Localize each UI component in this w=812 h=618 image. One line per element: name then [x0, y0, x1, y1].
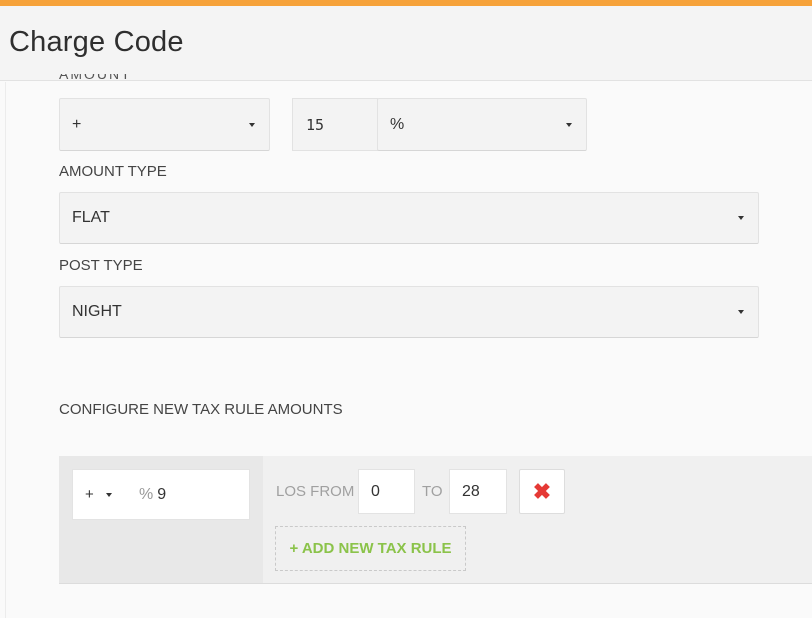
amount-type-value: FLAT [72, 209, 110, 226]
chevron-down-icon [105, 492, 112, 497]
post-type-select[interactable]: NIGHT [59, 286, 759, 338]
amount-unit-value: % [390, 115, 405, 133]
amount-value-input[interactable]: 15 [292, 98, 378, 151]
amount-type-select[interactable]: FLAT [59, 192, 759, 244]
amount-unit-select[interactable]: % [377, 98, 587, 151]
los-to-value: 28 [462, 482, 480, 500]
tax-rules-heading: CONFIGURE NEW TAX RULE AMOUNTS [59, 401, 343, 418]
post-type-value: NIGHT [72, 303, 122, 320]
chevron-down-icon [249, 122, 255, 127]
los-from-input[interactable]: 0 [358, 469, 415, 514]
tax-rule-operator-select[interactable]: + [72, 469, 130, 520]
los-from-label: LOS FROM [276, 483, 355, 500]
amount-operator-value: + [72, 115, 82, 133]
chevron-down-icon [738, 310, 744, 314]
chevron-down-icon [566, 122, 572, 127]
amount-operator-select[interactable]: + [59, 98, 270, 151]
page-header: Charge Code [0, 6, 812, 81]
tax-rule-amount-value: 9 [157, 485, 167, 503]
add-tax-rule-button[interactable]: + ADD NEW TAX RULE [275, 526, 466, 571]
los-from-value: 0 [371, 482, 380, 500]
los-to-input[interactable]: 28 [449, 469, 507, 514]
divider [5, 82, 6, 618]
delete-rule-button[interactable]: ✖ [519, 469, 565, 514]
tax-rule-amount-input[interactable]: % 9 [129, 469, 250, 520]
amount-value: 15 [306, 115, 325, 134]
amount-type-label: AMOUNT TYPE [59, 163, 167, 180]
percent-icon: % [139, 485, 154, 503]
close-icon: ✖ [532, 478, 552, 504]
add-tax-rule-label: + ADD NEW TAX RULE [289, 540, 452, 557]
tax-rule-operator-value: + [85, 486, 94, 503]
page-title: Charge Code [9, 26, 184, 58]
amount-label: AMOUNT [59, 74, 132, 82]
los-to-label: TO [422, 483, 443, 500]
post-type-label: POST TYPE [59, 257, 143, 274]
chevron-down-icon [738, 216, 744, 220]
